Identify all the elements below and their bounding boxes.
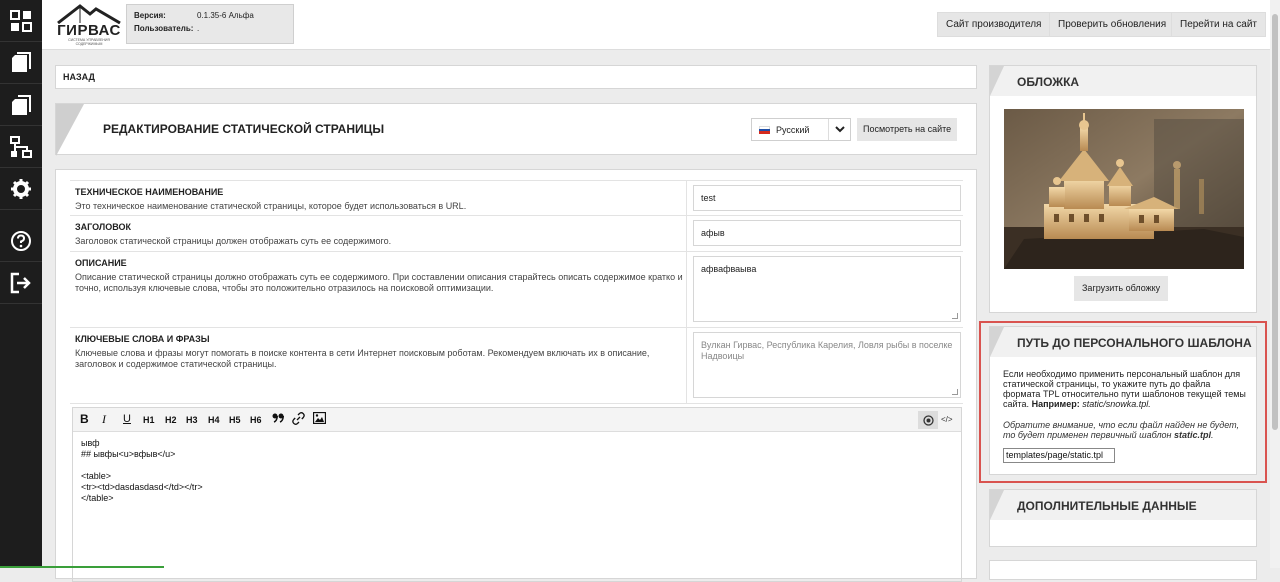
logo-text: ГИРВАС <box>57 22 121 39</box>
extra-data-panel: ДОПОЛНИТЕЛЬНЫЕ ДАННЫЕ <box>989 489 1257 547</box>
field-description: Ключевые слова и фразы могут помогать в … <box>75 348 650 369</box>
editor-content[interactable]: ывф ## ывфы<u>вфыв</u> <table> <tr><td>d… <box>81 438 203 504</box>
chevron-down-icon[interactable] <box>828 119 850 140</box>
technical-name-input[interactable]: test <box>693 185 961 211</box>
cover-image <box>1004 109 1244 269</box>
link-icon[interactable] <box>292 412 305 426</box>
dashboard-icon[interactable] <box>0 0 42 42</box>
template-description: Если необходимо применить персональный ш… <box>1003 369 1246 409</box>
go-to-site-button[interactable]: Перейти на сайт <box>1171 12 1266 37</box>
h1-button[interactable]: H1 <box>143 413 155 427</box>
top-header: ГИРВАС СИСТЕМА УПРАВЛЕНИЯ СОДЕРЖИМЫМ Вер… <box>42 0 1280 50</box>
language-label: Русский <box>776 125 810 135</box>
view-on-site-button[interactable]: Посмотреть на сайте <box>857 118 958 141</box>
example-label: Например: <box>1031 399 1080 409</box>
sidebar <box>0 0 42 568</box>
field-row-keywords: КЛЮЧЕВЫЕ СЛОВА И ФРАЗЫ Ключевые слова и … <box>70 328 963 404</box>
content-editor: B I U H1 H2 H3 H4 H5 H6 </> ывф ## ывфы<… <box>72 407 962 582</box>
image-icon[interactable] <box>312 411 327 426</box>
description-value: афвафваыва <box>701 264 757 274</box>
copy-icon[interactable] <box>0 84 42 126</box>
quote-icon[interactable] <box>272 412 285 426</box>
cover-title: ОБЛОЖКА <box>1017 75 1080 89</box>
user-label: Пользователь: <box>134 24 194 33</box>
next-panel <box>989 560 1257 580</box>
upload-cover-button[interactable]: Загрузить обложку <box>1074 276 1169 301</box>
underline-button[interactable]: U <box>123 412 131 426</box>
template-note: Обратите внимание, что если файл найден … <box>1003 420 1240 440</box>
field-description: Заголовок статической страницы должен от… <box>75 236 392 246</box>
version-label: Версия: <box>134 11 166 20</box>
logo[interactable]: ГИРВАС СИСТЕМА УПРАВЛЕНИЯ СОДЕРЖИМЫМ <box>56 4 122 46</box>
resize-handle-icon[interactable] <box>952 389 958 395</box>
source-code-icon[interactable]: </> <box>941 413 953 427</box>
template-path-panel: ПУТЬ ДО ПЕРСОНАЛЬНОГО ШАБЛОНА Если необх… <box>989 326 1257 475</box>
version-value: 0.1.35-6 Альфа <box>197 11 254 20</box>
description-textarea[interactable]: афвафваыва <box>693 256 961 322</box>
version-info: Версия: 0.1.35-6 Альфа Пользователь: . <box>126 4 294 44</box>
title-input[interactable]: афыв <box>693 220 961 246</box>
keywords-textarea[interactable]: Вулкан Гирвас, Республика Карелия, Ловля… <box>693 332 961 398</box>
russia-flag-icon <box>759 126 770 134</box>
h5-button[interactable]: H5 <box>229 413 241 427</box>
help-icon[interactable] <box>0 220 42 262</box>
field-row-title: ЗАГОЛОВОК Заголовок статической страницы… <box>70 216 963 252</box>
settings-gear-icon[interactable] <box>0 168 42 210</box>
template-title: ПУТЬ ДО ПЕРСОНАЛЬНОГО ШАБЛОНА <box>1017 336 1252 350</box>
editor-toolbar: B I U H1 H2 H3 H4 H5 H6 </> <box>73 408 961 432</box>
default-template-file: static.tpl <box>1174 430 1212 440</box>
page-scrollbar[interactable] <box>1270 0 1280 568</box>
field-label: КЛЮЧЕВЫЕ СЛОВА И ФРАЗЫ <box>75 334 210 344</box>
field-description: Описание статической страницы должно ото… <box>75 272 683 293</box>
form-panel: ТЕХНИЧЕСКОЕ НАИМЕНОВАНИЕ Это техническое… <box>55 169 977 582</box>
field-label: ОПИСАНИЕ <box>75 258 127 268</box>
template-header: ПУТЬ ДО ПЕРСОНАЛЬНОГО ШАБЛОНА <box>990 327 1256 357</box>
bold-button[interactable]: B <box>80 412 89 426</box>
corner-decoration <box>56 104 84 156</box>
field-row-description: ОПИСАНИЕ Описание статической страницы д… <box>70 252 963 328</box>
check-updates-button[interactable]: Проверить обновления <box>1049 12 1176 37</box>
resize-handle-icon[interactable] <box>952 313 958 319</box>
language-select[interactable]: Русский <box>751 118 851 141</box>
back-link[interactable]: НАЗАД <box>55 65 977 89</box>
back-label: НАЗАД <box>63 72 95 82</box>
field-row-technical-name: ТЕХНИЧЕСКОЕ НАИМЕНОВАНИЕ Это техническое… <box>70 180 963 216</box>
manufacturer-site-button[interactable]: Сайт производителя <box>937 12 1051 37</box>
extra-header: ДОПОЛНИТЕЛЬНЫЕ ДАННЫЕ <box>990 490 1256 520</box>
field-description: Это техническое наименование статической… <box>75 201 467 211</box>
cover-panel: ОБЛОЖКА Загрузить обложку <box>989 65 1257 313</box>
field-label: ТЕХНИЧЕСКОЕ НАИМЕНОВАНИЕ <box>75 187 224 197</box>
logo-subtext: СИСТЕМА УПРАВЛЕНИЯ СОДЕРЖИМЫМ <box>68 38 110 46</box>
page-title: РЕДАКТИРОВАНИЕ СТАТИЧЕСКОЙ СТРАНИЦЫ <box>103 122 385 136</box>
user-value: . <box>197 24 200 33</box>
structure-icon[interactable] <box>0 126 42 168</box>
pages-icon[interactable] <box>0 42 42 84</box>
cover-header: ОБЛОЖКА <box>990 66 1256 96</box>
template-path-input[interactable]: templates/page/static.tpl <box>1003 448 1115 463</box>
keywords-placeholder: Вулкан Гирвас, Республика Карелия, Ловля… <box>701 340 953 361</box>
extra-title: ДОПОЛНИТЕЛЬНЫЕ ДАННЫЕ <box>1017 499 1197 513</box>
h2-button[interactable]: H2 <box>165 413 177 427</box>
h3-button[interactable]: H3 <box>186 413 198 427</box>
logo-roof-icon <box>57 4 121 24</box>
scrollbar-thumb[interactable] <box>1272 14 1278 430</box>
field-label: ЗАГОЛОВОК <box>75 222 131 232</box>
preview-icon[interactable] <box>918 411 938 429</box>
page-title-panel: РЕДАКТИРОВАНИЕ СТАТИЧЕСКОЙ СТРАНИЦЫ Русс… <box>55 103 977 156</box>
italic-button[interactable]: I <box>102 412 106 426</box>
h4-button[interactable]: H4 <box>208 413 220 427</box>
h6-button[interactable]: H6 <box>250 413 262 427</box>
example-value: static/snowka.tpl. <box>1082 399 1151 409</box>
logout-icon[interactable] <box>0 262 42 304</box>
